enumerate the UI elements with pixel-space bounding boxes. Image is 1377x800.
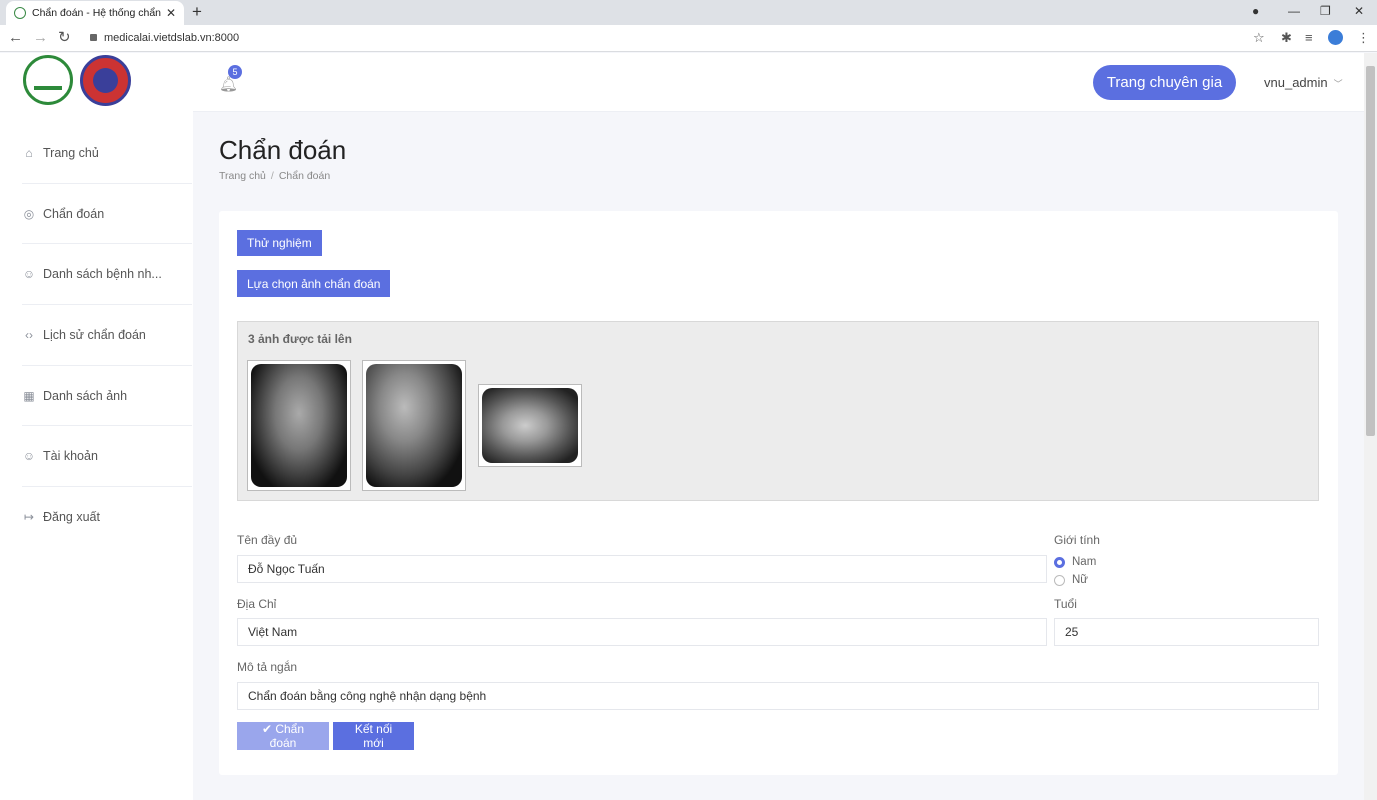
restore-icon[interactable]: ❐: [1320, 4, 1331, 18]
forward-icon[interactable]: →: [33, 29, 48, 47]
radio-selected-icon: [1054, 556, 1065, 568]
image-upload-dropzone[interactable]: 3 ảnh được tải lên: [237, 321, 1319, 501]
top-header: 🔔︎ 5 Trang chuyên gia vnu_admin ﹀: [193, 53, 1364, 112]
sidebar-item-label: Danh sách ảnh: [43, 388, 128, 403]
scrollbar-thumb[interactable]: [1366, 66, 1375, 436]
page-title: Chẩn đoán: [219, 135, 347, 165]
back-icon[interactable]: ←: [8, 29, 23, 47]
sidebar-item-account[interactable]: ☺ Tài khoản: [22, 426, 192, 488]
media-icon[interactable]: ●: [1252, 4, 1259, 18]
notification-badge: 5: [228, 65, 242, 79]
expert-page-button[interactable]: Trang chuyên gia: [1093, 65, 1236, 100]
star-icon[interactable]: ☆: [1253, 30, 1265, 46]
extensions-icon[interactable]: ✱: [1281, 30, 1292, 46]
test-button[interactable]: Thử nghiệm: [237, 230, 322, 256]
close-icon[interactable]: ✕: [166, 6, 176, 20]
username: vnu_admin: [1264, 75, 1328, 90]
minimize-icon[interactable]: —: [1288, 4, 1300, 18]
diagnosis-card: Thử nghiệm Lựa chọn ảnh chẩn đoán 3 ảnh …: [219, 211, 1338, 775]
xray-thumbnail-1[interactable]: [247, 360, 351, 491]
chevron-down-icon: ﹀: [1333, 79, 1343, 89]
radio-unselected-icon: [1054, 574, 1065, 586]
user-menu[interactable]: vnu_admin ﹀: [1264, 75, 1343, 90]
sidebar-item-images[interactable]: ▦ Danh sách ảnh: [22, 366, 192, 427]
upload-count-title: 3 ảnh được tải lên: [248, 332, 352, 346]
gender-radio-male[interactable]: Nam: [1054, 556, 1096, 568]
new-tab-icon[interactable]: +: [192, 2, 202, 22]
gender-label: Giới tính: [1054, 533, 1100, 547]
home-icon: ⌂: [25, 145, 33, 160]
sidebar-item-logout[interactable]: ↦ Đăng xuất: [22, 487, 192, 548]
playlist-icon[interactable]: ≡: [1305, 30, 1313, 46]
grid-icon: ▦: [23, 388, 35, 403]
description-input[interactable]: [237, 682, 1319, 710]
address-label: Địa Chỉ: [237, 597, 277, 611]
xray-image: [251, 364, 347, 487]
vnu-logo: [23, 55, 73, 105]
breadcrumb-current: Chẩn đoán: [278, 170, 331, 182]
age-label: Tuổi: [1054, 597, 1077, 611]
sidebar-item-label: Lịch sử chẩn đoán: [43, 327, 146, 342]
new-connection-button[interactable]: Kết nối mới: [333, 722, 414, 750]
browser-tab[interactable]: Chẩn đoán - Hệ thống chẩn đoán ✕: [6, 1, 184, 25]
lock-icon: [90, 34, 97, 41]
sidebar-item-home[interactable]: ⌂ Trang chủ: [22, 123, 192, 184]
sidebar-item-label: Trang chủ: [43, 145, 99, 160]
age-input[interactable]: [1054, 618, 1319, 646]
gender-option-label: Nữ: [1072, 574, 1089, 586]
breadcrumb: Trang chủ / Chẩn đoán: [219, 170, 330, 182]
kebab-menu-icon[interactable]: ⋮: [1357, 30, 1370, 46]
target-icon: ◎: [23, 206, 35, 221]
page-scrollbar[interactable]: [1364, 53, 1377, 800]
gender-radio-female[interactable]: Nữ: [1054, 574, 1088, 586]
xray-thumbnail-3[interactable]: [478, 384, 582, 467]
users-icon: ☺: [22, 267, 36, 282]
address-bar[interactable]: medicalai.vietdslab.vn:8000: [104, 32, 239, 44]
diagnose-button[interactable]: ✔ Chẩn đoán: [237, 722, 329, 750]
sidebar-menu: ⌂ Trang chủ ◎ Chẩn đoán ☺ Danh sách bệnh…: [22, 123, 192, 548]
choose-image-button[interactable]: Lựa chọn ảnh chẩn đoán: [237, 270, 391, 297]
logout-icon: ↦: [23, 510, 35, 525]
university-seal-logo: [80, 55, 131, 106]
sidebar-item-label: Đăng xuất: [43, 510, 100, 525]
gender-option-label: Nam: [1072, 556, 1097, 568]
full-name-input[interactable]: [237, 555, 1047, 583]
sidebar-item-label: Chẩn đoán: [43, 206, 105, 221]
sidebar-item-patients[interactable]: ☺ Danh sách bệnh nh...: [22, 244, 192, 306]
xray-image: [366, 364, 462, 487]
breadcrumb-separator: /: [270, 170, 274, 182]
window-close-icon[interactable]: ✕: [1354, 4, 1364, 18]
browser-tabbar: Chẩn đoán - Hệ thống chẩn đoán ✕ + ● — ❐…: [0, 0, 1377, 25]
full-name-label: Tên đầy đủ: [237, 533, 298, 547]
sidebar-item-history[interactable]: ‹› Lịch sử chẩn đoán: [22, 305, 192, 366]
xray-thumbnail-2[interactable]: [362, 360, 466, 491]
browser-toolbar: ← → ↻ medicalai.vietdslab.vn:8000 ☆ ✱ ≡ …: [0, 25, 1377, 52]
sidebar-item-label: Tài khoản: [43, 449, 98, 464]
reload-icon[interactable]: ↻: [58, 29, 71, 47]
sidebar-item-diagnosis[interactable]: ◎ Chẩn đoán: [22, 184, 192, 245]
breadcrumb-home[interactable]: Trang chủ: [219, 170, 266, 182]
profile-avatar[interactable]: [1328, 30, 1343, 45]
xray-image: [482, 388, 578, 463]
tab-title: Chẩn đoán - Hệ thống chẩn đoán: [32, 7, 162, 19]
code-icon: ‹›: [25, 327, 33, 342]
sidebar: ⌂ Trang chủ ◎ Chẩn đoán ☺ Danh sách bệnh…: [0, 53, 193, 800]
sidebar-item-label: Danh sách bệnh nh...: [43, 267, 162, 282]
description-label: Mô tả ngắn: [237, 660, 298, 674]
user-icon: ☺: [22, 449, 36, 464]
favicon-icon: [14, 7, 26, 19]
address-input[interactable]: [237, 618, 1047, 646]
